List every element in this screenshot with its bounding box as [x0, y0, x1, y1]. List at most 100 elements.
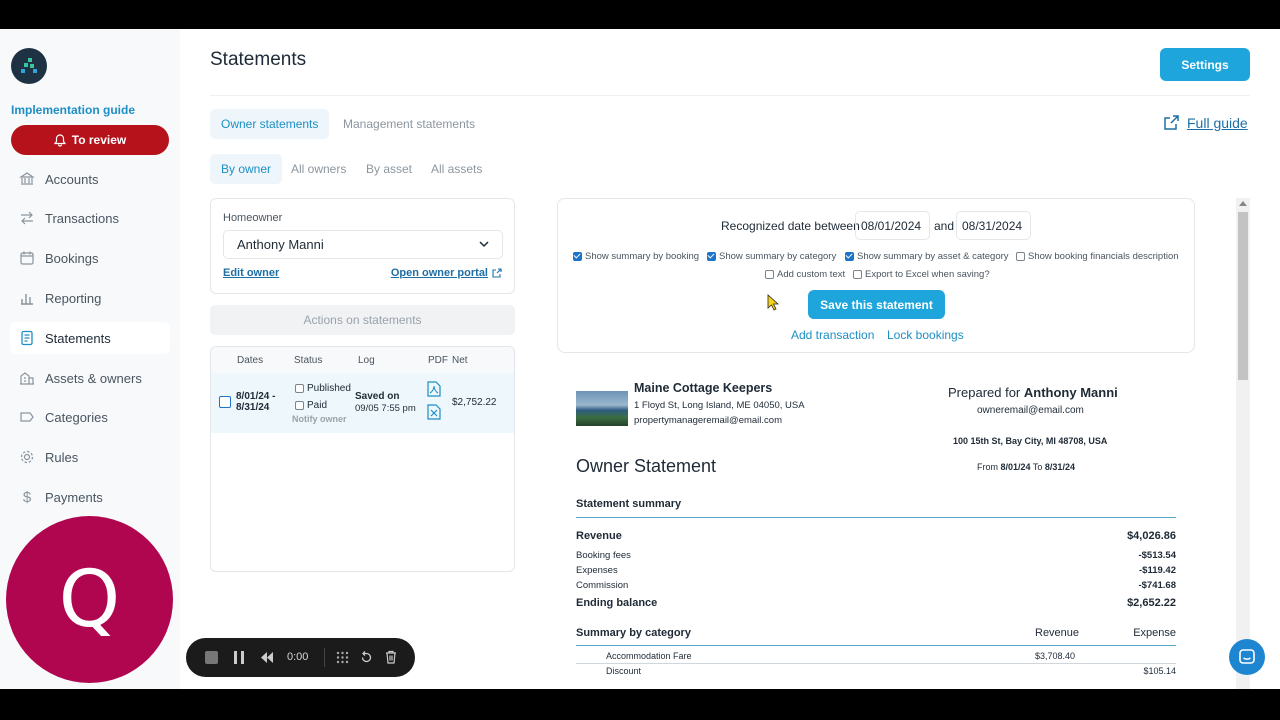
- checkbox-box: [853, 270, 862, 279]
- checkbox-box: [295, 384, 304, 393]
- sidebar-item-payments[interactable]: $ Payments: [10, 481, 170, 513]
- sidebar-item-label: Categories: [45, 409, 108, 425]
- sidebar-item-bookings[interactable]: Bookings: [10, 242, 170, 274]
- external-link-icon: [492, 268, 502, 278]
- scrollbar-thumb[interactable]: [1238, 212, 1248, 380]
- mouse-cursor-icon: [767, 294, 779, 311]
- restart-icon[interactable]: [360, 651, 373, 664]
- ending-balance-value: $2,652.22: [1127, 597, 1176, 609]
- document-icon: [18, 329, 36, 347]
- prepared-for: Prepared for Anthony Manni: [948, 385, 1118, 400]
- subtab-all-owners[interactable]: All owners: [280, 154, 357, 184]
- date-from-input[interactable]: 08/01/2024: [855, 211, 930, 240]
- save-statement-button[interactable]: Save this statement: [808, 290, 945, 319]
- option-export-excel[interactable]: Export to Excel when saving?: [853, 269, 990, 280]
- period-to: 8/31/24: [1044, 462, 1075, 472]
- category-discount: Discount: [606, 666, 642, 676]
- option-booking-financials-description[interactable]: Show booking financials description: [1016, 251, 1179, 262]
- full-guide-link[interactable]: Full guide: [1163, 114, 1248, 131]
- homeowner-selected-value: Anthony Manni: [237, 237, 324, 252]
- sidebar-item-label: Rules: [45, 449, 79, 465]
- row-divider: [576, 663, 1176, 664]
- published-label: Published: [307, 383, 351, 394]
- period-from-label: From: [977, 462, 998, 472]
- pdf-download-icon[interactable]: [427, 381, 441, 400]
- tab-management-statements[interactable]: Management statements: [332, 109, 486, 139]
- date-to-input[interactable]: 08/31/2024: [956, 211, 1031, 240]
- app-logo[interactable]: [11, 48, 47, 84]
- actions-on-statements-button[interactable]: Actions on statements: [210, 305, 515, 335]
- column-revenue: Revenue: [1035, 627, 1080, 639]
- header-divider: [210, 95, 1250, 96]
- company-photo: [576, 391, 628, 426]
- subtab-all-assets[interactable]: All assets: [420, 154, 493, 184]
- prepared-for-label: Prepared for: [948, 385, 1021, 400]
- edit-owner-link[interactable]: Edit owner: [223, 267, 279, 279]
- subtab-by-asset[interactable]: By asset: [355, 154, 423, 184]
- checkbox-box: [295, 401, 304, 410]
- sidebar-item-accounts[interactable]: Accounts: [10, 163, 170, 195]
- bank-icon: [18, 170, 36, 188]
- app-frame: Implementation guide To review Accounts …: [0, 29, 1280, 689]
- option-summary-by-category[interactable]: Show summary by category: [707, 251, 836, 262]
- sidebar-item-assets-owners[interactable]: Assets & owners: [10, 362, 170, 394]
- period-to-label: To: [1032, 462, 1043, 472]
- logo-icon: [21, 58, 37, 73]
- option-label: Show booking financials description: [1028, 251, 1179, 262]
- sidebar-item-transactions[interactable]: Transactions: [10, 202, 170, 234]
- row-select-checkbox[interactable]: [219, 396, 231, 408]
- grid-drag-icon[interactable]: [336, 651, 349, 664]
- sidebar-item-reporting[interactable]: Reporting: [10, 282, 170, 314]
- table-row[interactable]: 8/01/24 - 8/31/24 Published Paid Notify …: [211, 373, 514, 433]
- add-transaction-link[interactable]: Add transaction: [791, 328, 874, 342]
- lock-bookings-link[interactable]: Lock bookings: [887, 328, 964, 342]
- company-name: Maine Cottage Keepers: [634, 381, 773, 395]
- paid-checkbox[interactable]: Paid: [295, 400, 327, 411]
- implementation-guide-link[interactable]: Implementation guide: [11, 103, 135, 117]
- category-divider: [576, 645, 1176, 646]
- pause-icon[interactable]: [234, 651, 244, 664]
- excel-download-icon[interactable]: [427, 404, 441, 423]
- subtab-by-owner[interactable]: By owner: [210, 154, 283, 184]
- expenses-value: -$119.42: [1139, 565, 1176, 576]
- full-guide-label: Full guide: [1187, 114, 1248, 131]
- scroll-up-arrow-icon[interactable]: [1239, 201, 1247, 206]
- to-review-button[interactable]: To review: [11, 125, 169, 155]
- page-title: Statements: [210, 49, 307, 70]
- option-label: Add custom text: [777, 269, 846, 280]
- homeowner-select[interactable]: Anthony Manni: [223, 230, 503, 259]
- statement-summary-title: Statement summary: [576, 498, 682, 510]
- revenue-label: Revenue: [576, 530, 622, 542]
- revenue-value: $4,026.86: [1127, 530, 1176, 542]
- owner-name: Anthony Manni: [1023, 385, 1118, 400]
- option-label: Show summary by asset & category: [857, 251, 1009, 262]
- scrollbar[interactable]: [1236, 198, 1250, 689]
- rewind-icon[interactable]: [260, 651, 274, 664]
- summary-divider: [576, 517, 1176, 518]
- option-summary-by-asset-category[interactable]: Show summary by asset & category: [845, 251, 1009, 262]
- owner-card: Homeowner Anthony Manni Edit owner Open …: [210, 198, 515, 294]
- column-header-net: Net: [452, 355, 468, 366]
- column-header-pdf: PDF: [428, 355, 448, 366]
- chat-support-button[interactable]: [1229, 639, 1265, 675]
- trash-icon[interactable]: [385, 650, 397, 664]
- open-owner-portal-link[interactable]: Open owner portal: [391, 267, 502, 279]
- option-summary-by-booking[interactable]: Show summary by booking: [573, 251, 699, 262]
- option-add-custom-text[interactable]: Add custom text: [765, 269, 845, 280]
- sidebar-item-label: Payments: [45, 489, 103, 505]
- owner-address: 100 15th St, Bay City, MI 48708, USA: [953, 436, 1108, 446]
- settings-button[interactable]: Settings: [1160, 48, 1250, 81]
- stop-recording-icon[interactable]: [205, 651, 218, 664]
- tab-owner-statements[interactable]: Owner statements: [210, 109, 330, 139]
- option-label: Export to Excel when saving?: [865, 269, 990, 280]
- log-title: Saved on: [355, 391, 400, 402]
- notify-owner-link[interactable]: Notify owner: [292, 414, 347, 424]
- commission-value: -$741.68: [1138, 580, 1176, 591]
- sidebar-item-statements[interactable]: Statements: [10, 322, 170, 354]
- webcam-avatar: Q: [6, 516, 173, 683]
- period-from: 8/01/24: [1000, 462, 1031, 472]
- sidebar-item-label: Bookings: [45, 250, 99, 266]
- sidebar-item-categories[interactable]: Categories: [10, 401, 170, 433]
- published-checkbox[interactable]: Published: [295, 383, 351, 394]
- sidebar-item-rules[interactable]: Rules: [10, 441, 170, 473]
